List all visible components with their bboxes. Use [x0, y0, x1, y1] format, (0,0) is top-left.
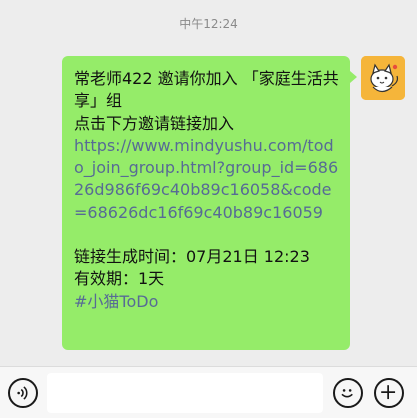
input-bar	[0, 366, 417, 418]
emoji-icon	[341, 389, 353, 398]
message-timestamp: 中午12:24	[179, 17, 238, 31]
invite-text: 常老师422 邀请你加入 「家庭生活共享」组	[74, 69, 339, 111]
message-bubble[interactable]: 常老师422 邀请你加入 「家庭生活共享」组 点击下方邀请链接加入 https:…	[62, 56, 357, 350]
message-input[interactable]	[47, 373, 323, 413]
link-validity: 有效期：1天	[74, 269, 165, 289]
instruction-text: 点击下方邀请链接加入	[74, 113, 235, 133]
hashtag-link[interactable]: #小猫ToDo	[74, 291, 340, 313]
emoji-button[interactable]	[333, 378, 363, 408]
link-created-time: 链接生成时间：07月21日 12:23	[74, 247, 310, 267]
avatar[interactable]	[361, 56, 405, 100]
voice-icon	[17, 386, 28, 400]
voice-button[interactable]	[8, 378, 38, 408]
cat-avatar-icon	[361, 56, 405, 100]
chat-area: 中午12:24 常老师422 邀请你加入 「家庭生活共享」组 点击下方邀请链接加…	[0, 0, 417, 366]
invite-link[interactable]: https://www.mindyushu.com/todo_join_grou…	[74, 135, 340, 224]
plus-icon	[381, 385, 396, 400]
more-button[interactable]	[374, 378, 404, 408]
